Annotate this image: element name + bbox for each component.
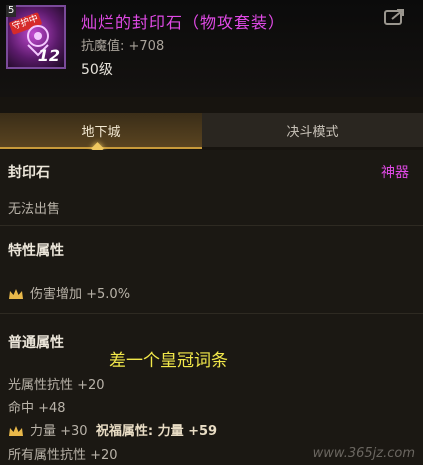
annotation-text: 差一个皇冠词条	[109, 351, 228, 371]
special-attribute-line: 伤害增加 +5.0%	[8, 283, 130, 302]
attribute-line: 所有属性抗性 +20	[8, 448, 118, 463]
item-level: 50级	[81, 62, 113, 78]
tab-label: 地下城	[81, 124, 121, 140]
watermark: www.365jz.com	[312, 446, 415, 461]
item-name: 灿烂的封印石（物攻套装）	[81, 13, 286, 32]
attribute-line: 光属性抗性 +20	[8, 378, 105, 393]
icon-count: 5	[6, 5, 17, 17]
tab-dungeon[interactable]: 地下城	[0, 113, 202, 155]
item-header: 5 守护中 12 灿烂的封印石（物攻套装） 抗魔值: +708 50级	[0, 0, 423, 97]
attribute-line: 命中 +48	[8, 401, 66, 416]
crown-icon	[9, 289, 23, 299]
rarity-label: 神器	[381, 165, 409, 181]
normal-attributes-title: 普通属性	[8, 335, 64, 351]
divider	[0, 313, 423, 314]
tab-pvp[interactable]: 决斗模式	[202, 113, 423, 147]
crown-icon	[9, 426, 23, 436]
share-icon[interactable]	[384, 8, 406, 26]
attribute-line: 力量 +30 祝福属性: 力量 +59	[8, 420, 217, 439]
icon-reinforce-level: 12	[37, 46, 60, 65]
tab-label: 决斗模式	[286, 124, 339, 140]
item-details: 封印石 神器 无法出售 特性属性 伤害增加 +5.0% 普通属性 差一个皇冠词条…	[0, 150, 423, 465]
item-icon[interactable]: 5 守护中 12	[6, 5, 66, 69]
item-magic-resist: 抗魔值: +708	[81, 39, 165, 54]
divider	[0, 225, 423, 226]
item-type: 封印石	[8, 165, 50, 181]
trade-restriction: 无法出售	[8, 202, 61, 217]
mode-tabs: 地下城 决斗模式	[0, 113, 423, 155]
special-attributes-title: 特性属性	[8, 243, 64, 259]
